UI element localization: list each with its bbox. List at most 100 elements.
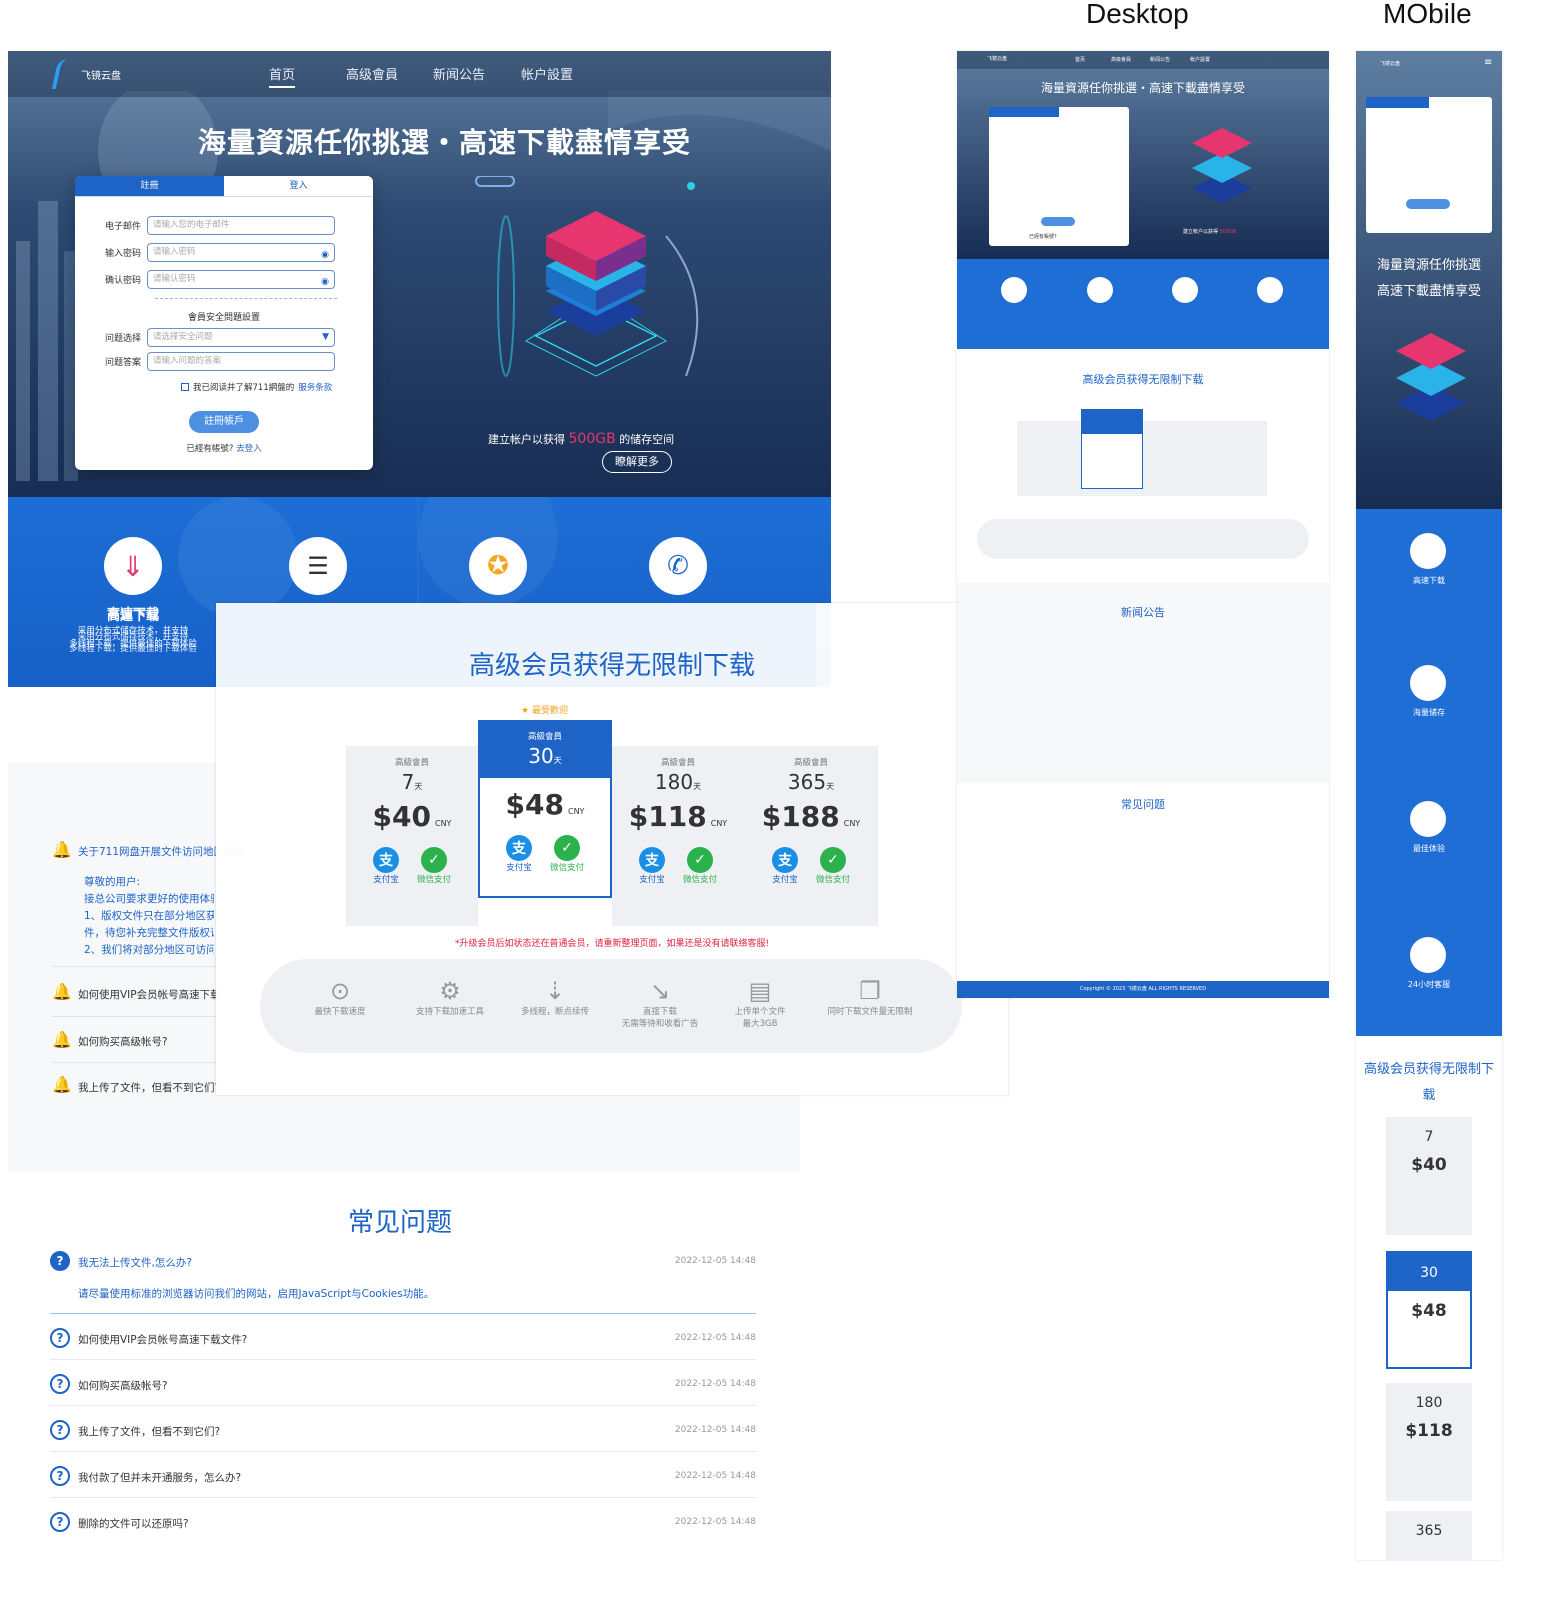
thumb-nav-item[interactable]: 首页: [1075, 57, 1085, 64]
answer-field[interactable]: 请输入问题的答案: [147, 352, 335, 371]
question-icon: ?: [50, 1420, 70, 1440]
storage-icon: ☰: [289, 537, 347, 595]
password-label: 输入密码: [104, 249, 141, 259]
plan-price: $118: [628, 800, 707, 833]
plan-days: 7: [401, 770, 415, 794]
thumb-nav-item[interactable]: 帐户設置: [1190, 57, 1210, 64]
terms-link[interactable]: 服务条款: [298, 381, 332, 393]
plan-price: $48: [505, 788, 564, 821]
file-3gb-icon: ▤: [748, 977, 772, 1005]
m-feature-name: 海量储存: [1413, 708, 1445, 717]
plan-price: $188: [761, 800, 840, 833]
thumb-pricing-title: 高级会员获得无限制下载: [1082, 373, 1204, 386]
wechat-pay-button[interactable]: ✓ 微信支付: [816, 847, 850, 885]
alipay-button[interactable]: 支支付宝: [372, 847, 399, 885]
learn-more-button[interactable]: 瞭解更多: [602, 451, 672, 473]
plan-tier: 高級會員: [527, 732, 562, 742]
faq-date: 2022-12-05 14:48: [674, 1333, 756, 1343]
plan-currency: CNY: [710, 819, 728, 828]
desktop-thumbnail: 飞镜云盘 首页 高级會員 新闻公告 帐户設置 海量資源任你挑選・高速下載盡情享受…: [957, 51, 1329, 998]
faq-item[interactable]: ? 如何使用VIP会员帐号高速下载文件? 2022-12-05 14:48: [50, 1314, 756, 1360]
question-select[interactable]: 请选择安全问题 ▼: [147, 328, 335, 347]
plan-days: 30: [528, 744, 554, 768]
alipay-button[interactable]: 支支付宝: [505, 835, 532, 873]
m-hero-title: 海量資源任你挑選 高速下載盡情享受: [1356, 253, 1502, 305]
m-plan-365[interactable]: 365: [1386, 1511, 1472, 1560]
thumb-perks: [977, 519, 1309, 559]
m-storage-icon: [1410, 665, 1446, 701]
thumb-nav-item[interactable]: 新闻公告: [1150, 57, 1170, 64]
agree-checkbox[interactable]: [181, 383, 189, 391]
news-body-line: 尊敬的用户:: [84, 876, 141, 888]
popular-label: ★ 最受歡迎: [521, 703, 568, 716]
question-icon: ?: [50, 1466, 70, 1486]
faq-item[interactable]: ? 我上传了文件，但看不到它们? 2022-12-05 14:48: [50, 1406, 756, 1452]
m-register-card: [1366, 97, 1492, 233]
wechat-pay-button[interactable]: ✓ 微信支付: [417, 847, 451, 885]
m-plan-30[interactable]: 30 $48: [1386, 1251, 1472, 1369]
tab-register[interactable]: 註冊: [75, 176, 224, 197]
plan-card-365[interactable]: 高級會員 365天 $188 CNY 支支付宝 ✓ 微信支付: [744, 746, 878, 926]
agree-text: 我已阅读并了解711網盤的: [193, 383, 295, 393]
m-plan-180[interactable]: 180 $118: [1386, 1383, 1472, 1501]
wechat-icon: ✓: [553, 835, 580, 861]
nav-account[interactable]: 帐户設置: [521, 64, 573, 83]
faq-date: 2022-12-05 14:48: [674, 1517, 756, 1527]
faq-question: 删除的文件可以还原吗?: [78, 1518, 189, 1530]
tab-login[interactable]: 登入: [224, 176, 373, 197]
thumb-tab-register[interactable]: [989, 107, 1059, 117]
m-plan-7[interactable]: 7 $40: [1386, 1117, 1472, 1235]
thumb-register-button[interactable]: [1041, 217, 1075, 226]
thumb-storage-amt: 500GB: [1219, 229, 1237, 235]
question-label: 问题选择: [104, 334, 141, 344]
plan-unit: 天: [826, 782, 835, 791]
register-submit-button[interactable]: 註冊帳戶: [189, 411, 259, 433]
security-title: 會員安全問題設置: [187, 313, 260, 323]
wechat-pay-button[interactable]: ✓ 微信支付: [683, 847, 717, 885]
alipay-label: 支付宝: [506, 863, 532, 873]
login-link[interactable]: 去登入: [236, 444, 262, 454]
thumb-hot-card[interactable]: [1081, 409, 1143, 489]
thumb-nav-item[interactable]: 高级會員: [1111, 57, 1131, 64]
wechat-pay-button[interactable]: ✓ 微信支付: [550, 835, 584, 873]
perk-item: ⇣ 多线程，断点续传: [510, 977, 600, 1017]
plan-days: 180: [654, 770, 694, 794]
mobile-thumbnail: 飞镜云盘 ≡ 海量資源任你挑選 高速下載盡情享受 高速下载 海量储存 最佳体验 …: [1356, 51, 1502, 1560]
divider: [155, 298, 337, 299]
news-item-title[interactable]: 如何购买高级帐号?: [78, 1034, 168, 1049]
eye-icon[interactable]: ◉: [321, 247, 329, 264]
alipay-icon: 支: [771, 847, 798, 873]
faq-item[interactable]: ? 删除的文件可以还原吗? 2022-12-05 14:48: [50, 1498, 756, 1544]
m-register-button[interactable]: [1406, 199, 1450, 209]
nav-premium[interactable]: 高级會員: [346, 64, 398, 83]
nav-home[interactable]: 首页: [269, 64, 296, 88]
alipay-button[interactable]: 支支付宝: [638, 847, 665, 885]
m-hamburger-icon[interactable]: ≡: [1484, 57, 1492, 68]
news-item-title[interactable]: 我上传了文件，但看不到它们?: [78, 1080, 218, 1095]
multi-thread-icon: ⇣: [544, 977, 566, 1005]
faq-answer: 请尽量使用标准的浏览器访问我们的网站，启用JavaScript与Cookies功…: [78, 1288, 435, 1300]
alipay-button[interactable]: 支支付宝: [771, 847, 798, 885]
eye-icon[interactable]: ◉: [321, 274, 329, 291]
news-body-line: 接总公司要求更好的使用体验以及国际化发展需求，现做出以下调整:: [84, 893, 214, 905]
faq-item[interactable]: ? 我无法上传文件,怎么办? 2022-12-05 14:48 请尽量使用标准的…: [50, 1248, 756, 1314]
password-field[interactable]: 请输入密码 ◉: [147, 243, 335, 262]
email-field[interactable]: 请输入您的电子邮件: [147, 216, 335, 235]
faq-panel: 常见问题 ? 我无法上传文件,怎么办? 2022-12-05 14:48 请尽量…: [8, 1172, 800, 1560]
feature-desc-main: 多线程下载，提供最佳的下载体验: [69, 639, 197, 649]
faq-item[interactable]: ? 我付款了但并未开通服务，怎么办? 2022-12-05 14:48: [50, 1452, 756, 1498]
news-item-title[interactable]: 如何使用VIP会员帐号高速下载文件?: [78, 987, 218, 1002]
nav-news[interactable]: 新闻公告: [433, 64, 485, 83]
plan-card-7[interactable]: 高級會員 7天 $40 CNY 支支付宝 ✓ 微信支付: [346, 746, 478, 926]
brand-logo[interactable]: 飞镜云盘: [51, 58, 121, 90]
feature-support: ✆: [613, 537, 743, 595]
plan-card-30[interactable]: 高級會員 30天 $48 CNY 支支付宝 ✓ 微信支付: [478, 720, 612, 898]
news-body-line: 件，待您补充完整文件版权证明后再行上架。: [84, 927, 214, 939]
plan-card-180[interactable]: 高級會員 180天 $118 CNY 支支付宝 ✓ 微信支付: [612, 746, 744, 926]
have-account-text: 已經有帳號?: [186, 444, 234, 454]
pricing-title: 高级会员获得无限制下载: [468, 651, 755, 681]
perk-item: ❐ 同时下载文件量无限制: [815, 977, 925, 1017]
m-tab-register[interactable]: [1366, 97, 1429, 108]
faq-item[interactable]: ? 如何购买高级帐号? 2022-12-05 14:48: [50, 1360, 756, 1406]
confirm-password-field[interactable]: 请输认密码 ◉: [147, 270, 335, 289]
